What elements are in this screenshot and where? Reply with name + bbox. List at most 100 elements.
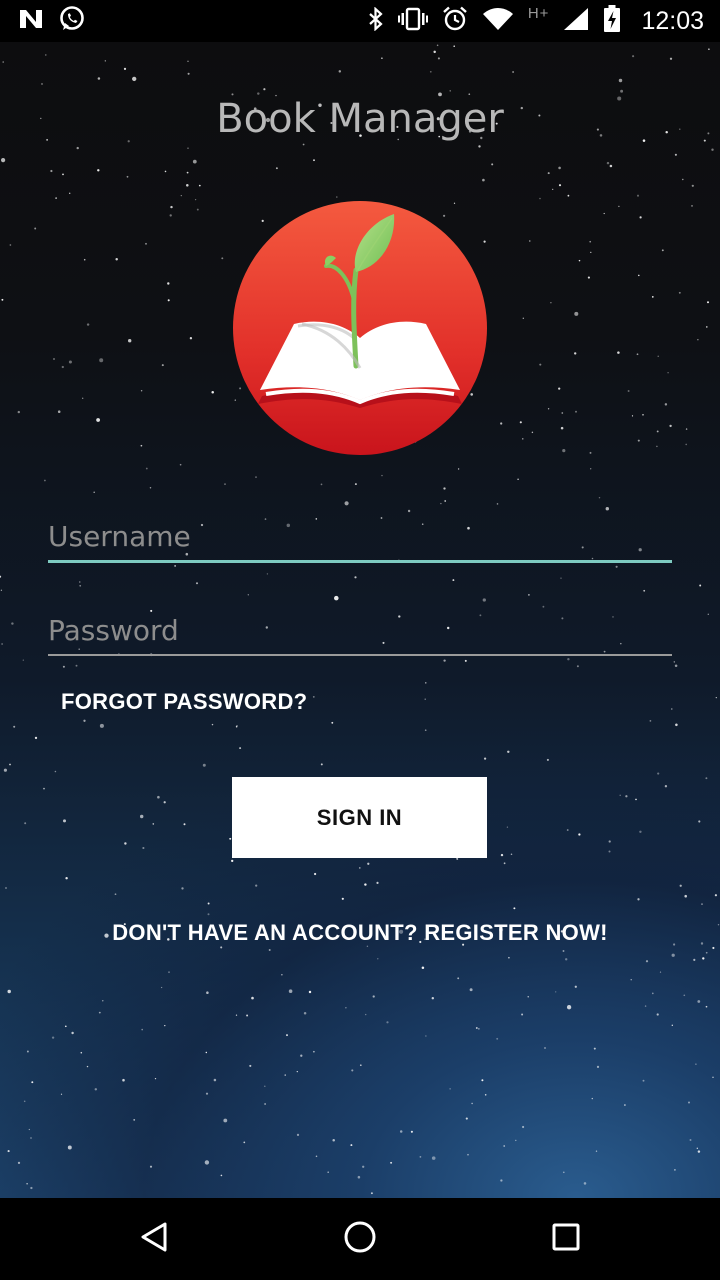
star xyxy=(712,946,715,950)
star xyxy=(645,960,649,963)
star xyxy=(399,1130,403,1133)
star xyxy=(187,60,189,62)
star xyxy=(508,956,510,959)
star xyxy=(313,159,315,162)
star xyxy=(30,1186,33,1190)
username-field-container xyxy=(48,514,672,563)
star xyxy=(207,913,210,916)
star xyxy=(464,659,467,662)
star xyxy=(624,1104,626,1106)
star xyxy=(669,424,672,428)
star xyxy=(296,1133,300,1137)
star xyxy=(651,296,654,298)
forgot-password-link[interactable]: FORGOT PASSWORD? xyxy=(61,689,307,715)
star xyxy=(53,358,55,360)
star xyxy=(51,1036,55,1039)
star xyxy=(104,60,106,62)
star xyxy=(76,146,79,150)
star xyxy=(496,503,499,505)
recents-button[interactable] xyxy=(542,1215,590,1263)
star xyxy=(590,251,592,254)
star xyxy=(63,819,66,823)
password-underline xyxy=(48,654,672,656)
star xyxy=(142,846,145,850)
star xyxy=(567,658,570,661)
star xyxy=(478,1028,480,1030)
star xyxy=(55,197,57,199)
star xyxy=(562,1171,565,1174)
back-button[interactable] xyxy=(130,1215,178,1263)
star xyxy=(345,1007,347,1009)
star xyxy=(320,483,323,486)
star xyxy=(126,175,129,178)
star xyxy=(152,823,155,825)
star xyxy=(552,188,554,191)
star xyxy=(22,659,24,661)
star xyxy=(160,986,163,989)
star xyxy=(83,258,86,261)
star xyxy=(133,1118,136,1121)
star xyxy=(169,214,172,217)
star xyxy=(708,48,710,51)
home-button[interactable] xyxy=(336,1215,384,1263)
sign-in-button[interactable]: SIGN IN xyxy=(232,777,487,858)
star xyxy=(97,77,101,80)
star xyxy=(145,242,147,245)
star xyxy=(669,57,673,60)
star xyxy=(637,898,640,901)
star xyxy=(671,708,673,710)
star xyxy=(60,1093,63,1095)
star xyxy=(205,1051,208,1054)
star xyxy=(507,750,510,754)
star xyxy=(608,850,611,853)
star xyxy=(443,659,446,662)
star xyxy=(167,299,170,302)
star xyxy=(2,61,4,63)
star xyxy=(86,1065,89,1068)
star xyxy=(377,958,379,960)
star xyxy=(80,1051,83,1054)
star xyxy=(482,598,486,602)
star xyxy=(255,884,258,887)
star xyxy=(643,589,646,592)
star xyxy=(332,1139,335,1142)
whatsapp-icon xyxy=(58,5,86,37)
star xyxy=(61,365,64,369)
star xyxy=(26,1183,28,1185)
star xyxy=(664,403,668,406)
star xyxy=(687,1101,691,1104)
star xyxy=(149,1165,153,1168)
star xyxy=(539,363,542,366)
star xyxy=(685,428,688,430)
star xyxy=(656,1013,659,1016)
star xyxy=(180,195,182,197)
star xyxy=(354,483,357,486)
star xyxy=(26,1050,29,1053)
star xyxy=(500,1179,503,1182)
star xyxy=(682,178,684,181)
star xyxy=(275,167,278,170)
star xyxy=(69,192,71,194)
star xyxy=(522,1125,525,1129)
star xyxy=(0,575,2,578)
star xyxy=(452,579,455,582)
username-input[interactable] xyxy=(48,514,672,558)
star xyxy=(315,1155,318,1158)
star xyxy=(437,57,440,60)
star xyxy=(591,1097,593,1100)
star xyxy=(605,507,609,511)
star xyxy=(3,768,7,772)
star xyxy=(211,723,214,726)
star xyxy=(443,487,446,490)
password-input[interactable] xyxy=(48,608,672,652)
star xyxy=(7,989,11,994)
star xyxy=(642,413,644,416)
star xyxy=(122,1078,125,1082)
register-link[interactable]: DON'T HAVE AN ACCOUNT? REGISTER NOW! xyxy=(0,920,720,946)
star xyxy=(313,1050,315,1053)
star xyxy=(79,581,81,583)
star xyxy=(221,257,224,260)
star xyxy=(331,721,334,724)
star xyxy=(483,757,487,760)
star xyxy=(34,736,38,740)
